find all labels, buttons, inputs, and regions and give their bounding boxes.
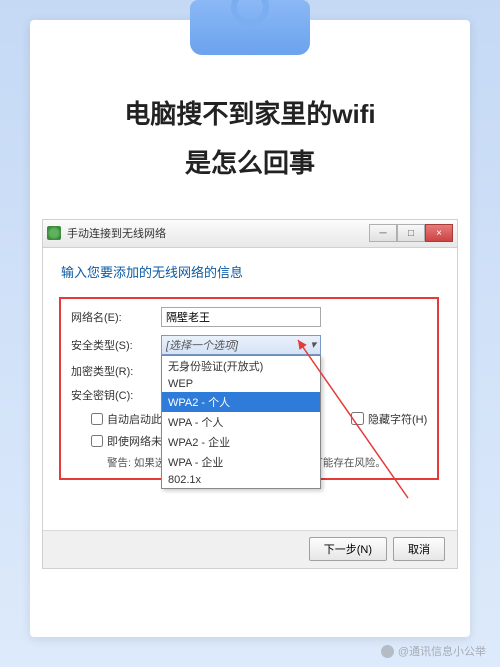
hide-chars-label: 隐藏字符(H) (368, 411, 427, 427)
dropdown-option[interactable]: WPA2 - 企业 (162, 432, 320, 452)
auto-connect-checkbox[interactable] (91, 413, 103, 425)
dialog-body: 输入您要添加的无线网络的信息 网络名(E): 安全类型(S): [选择一个选项]… (43, 248, 457, 530)
dropdown-option[interactable]: 802.1x (162, 472, 320, 488)
dropdown-option[interactable]: WPA - 个人 (162, 412, 320, 432)
headline-line2: 是怎么回事 (60, 139, 440, 188)
dialog-screenshot: 手动连接到无线网络 ─ □ × 输入您要添加的无线网络的信息 网络名(E): 安… (42, 219, 458, 569)
clip-decoration (190, 0, 310, 55)
minimize-button[interactable]: ─ (369, 224, 397, 242)
maximize-button[interactable]: □ (397, 224, 425, 242)
clipboard-card: 电脑搜不到家里的wifi 是怎么回事 手动连接到无线网络 ─ □ × 输入您要添… (30, 20, 470, 637)
dropdown-option[interactable]: 无身份验证(开放式) (162, 356, 320, 376)
dialog-footer: 下一步(N) 取消 (43, 530, 457, 568)
dropdown-option[interactable]: WEP (162, 376, 320, 392)
security-type-dropdown[interactable]: [选择一个选项] ▾ (161, 335, 321, 355)
security-type-label: 安全类型(S): (71, 337, 161, 353)
hide-chars-checkbox-row: 隐藏字符(H) (351, 411, 427, 427)
window-icon (47, 226, 61, 240)
hide-chars-checkbox[interactable] (351, 412, 364, 425)
headline-line1: 电脑搜不到家里的wifi (60, 90, 440, 139)
highlighted-form-area: 网络名(E): 安全类型(S): [选择一个选项] ▾ 无身份验证(开放式)WE… (59, 297, 439, 480)
encryption-type-label: 加密类型(R): (71, 363, 161, 379)
window-title: 手动连接到无线网络 (67, 225, 166, 241)
chevron-down-icon: ▾ (310, 338, 316, 351)
window-titlebar: 手动连接到无线网络 ─ □ × (43, 220, 457, 248)
watermark-text: @通讯信息小公举 (398, 643, 486, 659)
network-name-input[interactable] (161, 307, 321, 327)
dropdown-placeholder: [选择一个选项] (166, 337, 238, 353)
watermark-icon (381, 645, 394, 658)
network-name-label: 网络名(E): (71, 309, 161, 325)
dropdown-option[interactable]: WPA2 - 个人 (162, 392, 320, 412)
cancel-button[interactable]: 取消 (393, 537, 445, 561)
dialog-heading: 输入您要添加的无线网络的信息 (61, 262, 439, 281)
dropdown-option[interactable]: WPA - 企业 (162, 452, 320, 472)
connect-hidden-checkbox[interactable] (91, 435, 103, 447)
next-button[interactable]: 下一步(N) (309, 537, 387, 561)
close-button[interactable]: × (425, 224, 453, 242)
watermark: @通讯信息小公举 (381, 643, 486, 659)
security-key-label: 安全密钥(C): (71, 387, 161, 403)
security-type-dropdown-list: 无身份验证(开放式)WEPWPA2 - 个人WPA - 个人WPA2 - 企业W… (161, 355, 321, 489)
